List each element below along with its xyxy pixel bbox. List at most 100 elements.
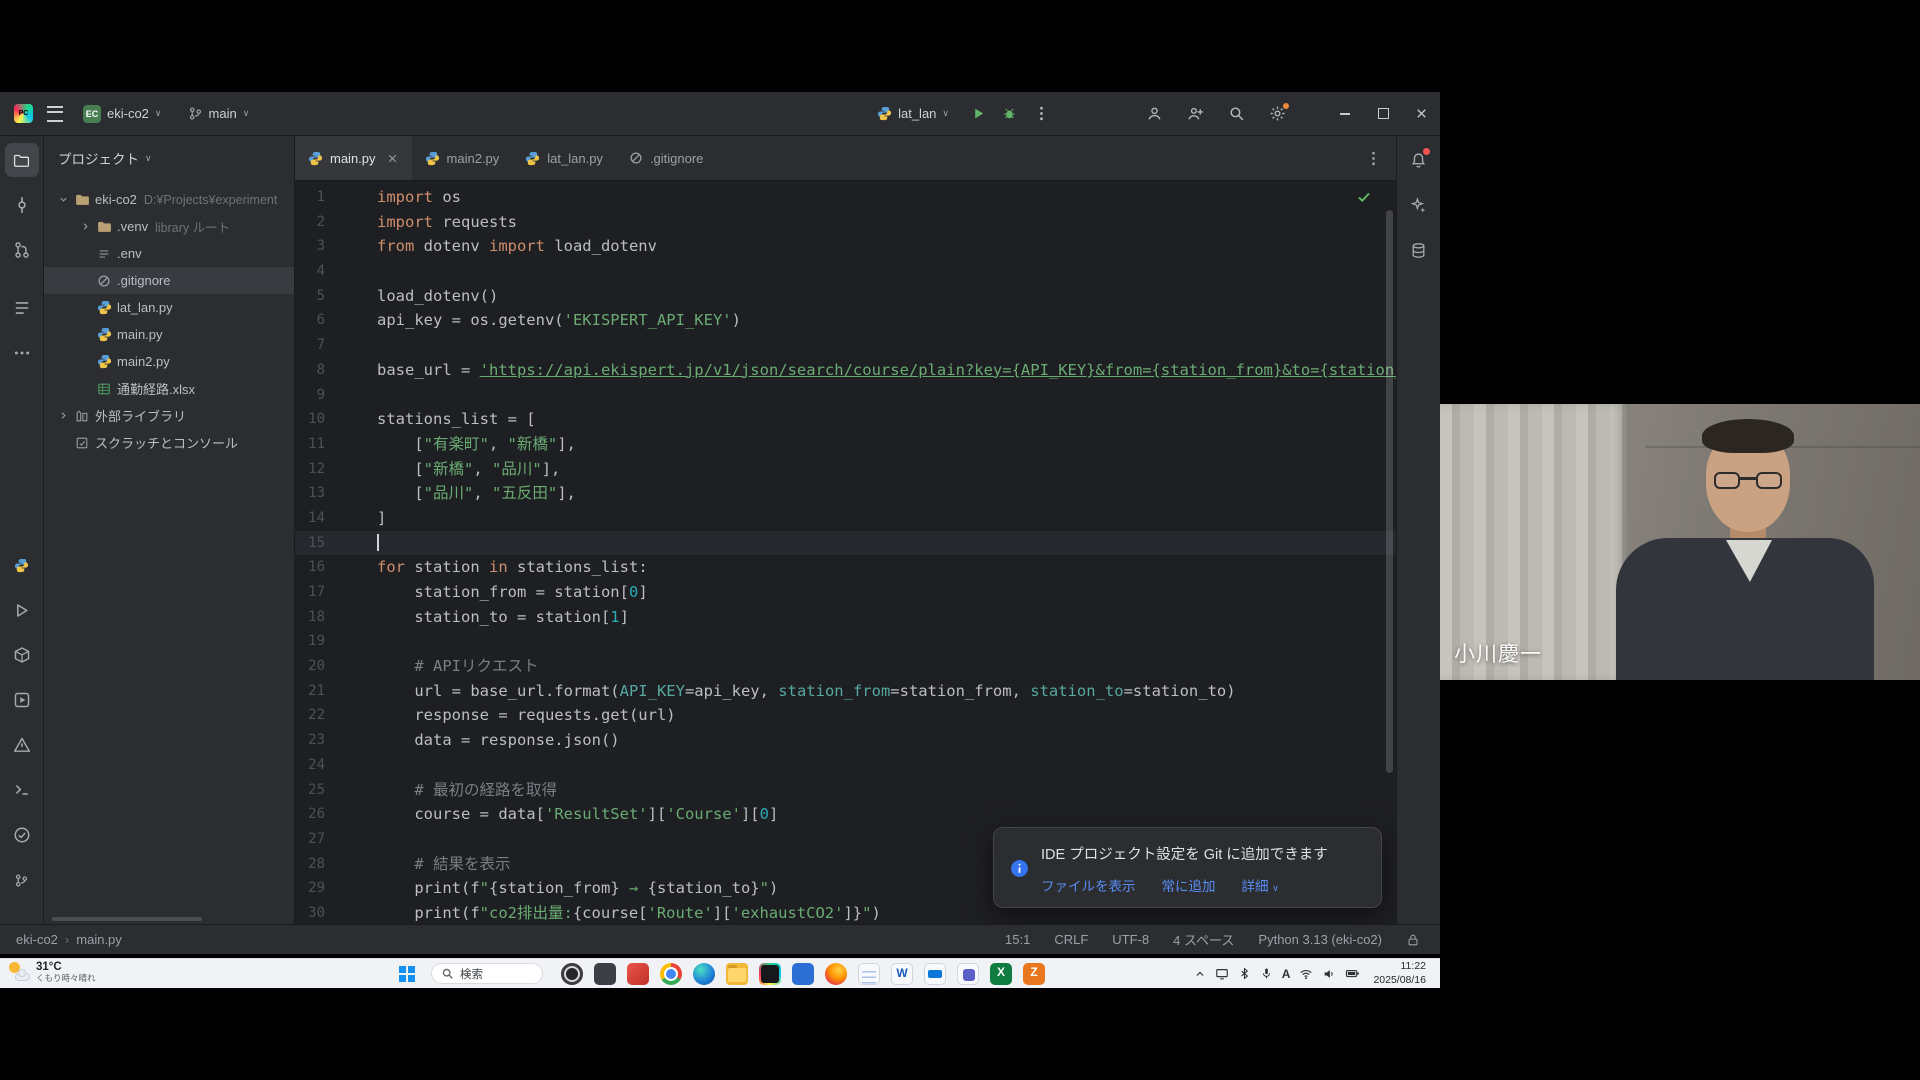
start-button[interactable] bbox=[395, 963, 417, 985]
tool-strip-commit[interactable] bbox=[5, 188, 39, 222]
tree-item-eki-co2[interactable]: eki-co2D:¥Projects¥experiment bbox=[44, 186, 294, 213]
code-editor[interactable]: 1import os2import requests3from dotenv i… bbox=[295, 181, 1396, 924]
status-item[interactable]: CRLF bbox=[1054, 932, 1088, 947]
project-widget[interactable]: EC eki-co2 ∨ bbox=[77, 101, 168, 127]
bluetooth-icon[interactable] bbox=[1238, 967, 1251, 980]
code-line-23[interactable]: 23 data = response.json() bbox=[295, 728, 1396, 753]
taskbar-app-files[interactable] bbox=[594, 963, 616, 985]
code-line-24[interactable]: 24 bbox=[295, 753, 1396, 778]
code-line-26[interactable]: 26 course = data['ResultSet']['Course'][… bbox=[295, 802, 1396, 827]
ime-indicator[interactable]: A bbox=[1282, 967, 1291, 981]
minimize-button[interactable] bbox=[1326, 92, 1364, 135]
tree-item-main2.py[interactable]: main2.py bbox=[44, 348, 294, 375]
status-item[interactable]: UTF-8 bbox=[1112, 932, 1149, 947]
notification-action-ファイルを表示[interactable]: ファイルを表示 bbox=[1041, 875, 1136, 895]
code-line-13[interactable]: 13 ["品川", "五反田"], bbox=[295, 481, 1396, 506]
code-line-16[interactable]: 16for station in stations_list: bbox=[295, 555, 1396, 580]
tool-strip-services[interactable] bbox=[5, 683, 39, 717]
debug-button[interactable] bbox=[1002, 106, 1017, 121]
taskbar-app-mail[interactable] bbox=[924, 963, 946, 985]
code-line-1[interactable]: 1import os bbox=[295, 185, 1396, 210]
tool-strip-python-console[interactable] bbox=[5, 548, 39, 582]
code-with-me-icon[interactable] bbox=[1187, 105, 1204, 122]
code-line-9[interactable]: 9 bbox=[295, 383, 1396, 408]
main-menu-icon[interactable] bbox=[47, 106, 63, 122]
settings-gear-icon[interactable] bbox=[1269, 105, 1286, 122]
taskbar-app-pycharm[interactable] bbox=[759, 963, 781, 985]
volume-icon[interactable] bbox=[1322, 967, 1336, 981]
chevron-up-icon[interactable] bbox=[1194, 968, 1206, 980]
tree-item-通勤経路.xlsx[interactable]: 通勤経路.xlsx bbox=[44, 375, 294, 402]
tool-strip-pull-requests[interactable] bbox=[5, 233, 39, 267]
code-line-10[interactable]: 10stations_list = [ bbox=[295, 407, 1396, 432]
tool-strip-structure[interactable] bbox=[5, 291, 39, 325]
battery-icon[interactable] bbox=[1345, 966, 1360, 981]
code-line-15[interactable]: 15 bbox=[295, 531, 1396, 556]
taskbar-search[interactable]: 検索 bbox=[431, 963, 543, 984]
tab-.gitignore[interactable]: .gitignore bbox=[616, 136, 716, 180]
code-line-25[interactable]: 25 # 最初の経路を取得 bbox=[295, 778, 1396, 803]
wifi-icon[interactable] bbox=[1299, 967, 1313, 981]
tree-item-外部ライブラリ[interactable]: 外部ライブラリ bbox=[44, 402, 294, 429]
maximize-button[interactable] bbox=[1364, 92, 1402, 135]
status-item[interactable]: 15:1 bbox=[1005, 932, 1030, 947]
project-panel-header[interactable]: プロジェクト ∨ bbox=[44, 136, 294, 180]
taskbar-app-word[interactable] bbox=[891, 963, 913, 985]
tool-strip-version-control[interactable] bbox=[5, 863, 39, 897]
project-panel-scrollbar[interactable] bbox=[52, 917, 202, 921]
branch-widget[interactable]: main ∨ bbox=[182, 102, 256, 125]
code-line-8[interactable]: 8base_url = 'https://api.ekispert.jp/v1/… bbox=[295, 358, 1396, 383]
code-line-3[interactable]: 3from dotenv import load_dotenv bbox=[295, 234, 1396, 259]
taskbar-app-app-z[interactable] bbox=[1023, 963, 1045, 985]
tool-strip-notifications[interactable] bbox=[1402, 143, 1436, 177]
tool-strip-project[interactable] bbox=[5, 143, 39, 177]
lock-icon[interactable] bbox=[1406, 933, 1420, 947]
tool-strip-terminal[interactable] bbox=[5, 773, 39, 807]
taskbar-app-app-red[interactable] bbox=[627, 963, 649, 985]
code-line-11[interactable]: 11 ["有楽町", "新橋"], bbox=[295, 432, 1396, 457]
code-line-6[interactable]: 6api_key = os.getenv('EKISPERT_API_KEY') bbox=[295, 308, 1396, 333]
tab-options-icon[interactable] bbox=[1365, 150, 1382, 167]
taskbar-app-teams[interactable] bbox=[957, 963, 979, 985]
monitor-icon[interactable] bbox=[1215, 967, 1229, 981]
code-line-20[interactable]: 20 # APIリクエスト bbox=[295, 654, 1396, 679]
tool-strip-more-tools[interactable] bbox=[5, 336, 39, 370]
tool-strip-database[interactable] bbox=[1402, 233, 1436, 267]
tool-strip-problems[interactable] bbox=[5, 728, 39, 762]
search-everywhere-icon[interactable] bbox=[1228, 105, 1245, 122]
breadcrumb[interactable]: eki-co2›main.py bbox=[0, 932, 122, 947]
code-line-22[interactable]: 22 response = requests.get(url) bbox=[295, 703, 1396, 728]
chevron-down-icon[interactable] bbox=[54, 194, 72, 205]
run-config-widget[interactable]: lat_lan ∨ bbox=[871, 102, 955, 125]
code-line-4[interactable]: 4 bbox=[295, 259, 1396, 284]
weather-widget[interactable]: 31°C くもり時々晴れ bbox=[7, 961, 96, 984]
close-button[interactable] bbox=[1402, 92, 1440, 135]
taskbar-clock[interactable]: 11:222025/08/16 bbox=[1373, 960, 1426, 986]
code-line-5[interactable]: 5load_dotenv() bbox=[295, 284, 1396, 309]
taskbar-app-notepad[interactable] bbox=[858, 963, 880, 985]
chevron-right-icon[interactable] bbox=[76, 221, 94, 232]
taskbar-app-obs[interactable] bbox=[561, 963, 583, 985]
taskbar-app-app-blue[interactable] bbox=[792, 963, 814, 985]
tree-item-main.py[interactable]: main.py bbox=[44, 321, 294, 348]
notification-action-常に追加[interactable]: 常に追加 bbox=[1162, 875, 1216, 895]
code-line-17[interactable]: 17 station_from = station[0] bbox=[295, 580, 1396, 605]
tab-main2.py[interactable]: main2.py bbox=[412, 136, 513, 180]
chevron-right-icon[interactable] bbox=[54, 410, 72, 421]
run-button[interactable] bbox=[971, 106, 986, 121]
tree-item-スクラッチとコンソール[interactable]: スクラッチとコンソール bbox=[44, 429, 294, 456]
account-icon[interactable] bbox=[1146, 105, 1163, 122]
status-item[interactable]: Python 3.13 (eki-co2) bbox=[1258, 932, 1382, 947]
tab-main.py[interactable]: main.py bbox=[295, 136, 412, 180]
taskbar-app-firefox[interactable] bbox=[825, 963, 847, 985]
code-line-7[interactable]: 7 bbox=[295, 333, 1396, 358]
tool-strip-python-packages[interactable] bbox=[5, 638, 39, 672]
taskbar-app-edge[interactable] bbox=[693, 963, 715, 985]
tab-lat_lan.py[interactable]: lat_lan.py bbox=[512, 136, 616, 180]
code-line-12[interactable]: 12 ["新橋", "品川"], bbox=[295, 457, 1396, 482]
mic-icon[interactable] bbox=[1260, 967, 1273, 980]
code-line-21[interactable]: 21 url = base_url.format(API_KEY=api_key… bbox=[295, 679, 1396, 704]
tree-item-.gitignore[interactable]: .gitignore bbox=[44, 267, 294, 294]
tree-item-.env[interactable]: .env bbox=[44, 240, 294, 267]
taskbar-app-explorer[interactable] bbox=[726, 963, 748, 985]
